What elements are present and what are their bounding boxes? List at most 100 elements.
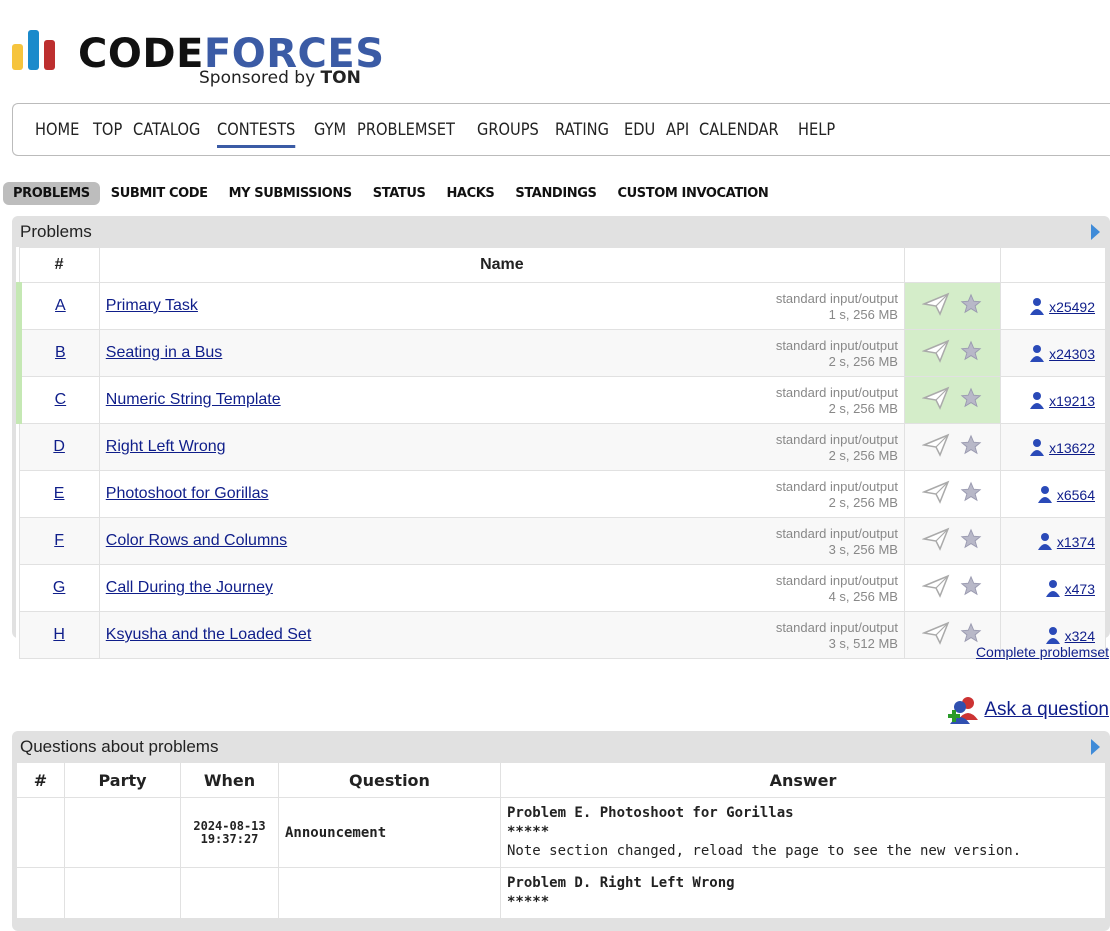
problem-limits: standard input/output 1 s, 256 MB: [776, 291, 898, 323]
nav-home[interactable]: HOME: [35, 120, 79, 140]
problem-actions-cell: [903, 282, 1001, 330]
nav-edu[interactable]: EDU: [624, 120, 655, 140]
problem-time-memory: 1 s, 256 MB: [828, 307, 898, 322]
logo-bar-blue: [28, 30, 39, 70]
problem-index-link[interactable]: D: [53, 438, 65, 455]
submenu-standings[interactable]: STANDINGS: [505, 182, 606, 205]
submit-icon[interactable]: [921, 480, 950, 509]
nav-problemset[interactable]: PROBLEMSET: [357, 120, 455, 140]
question-party-cell: [64, 797, 181, 868]
star-icon[interactable]: [960, 434, 982, 461]
problem-index-link[interactable]: F: [54, 532, 64, 549]
answer-title: Problem E. Photoshoot for Gorillas: [507, 805, 794, 821]
star-icon[interactable]: [960, 575, 982, 602]
sponsor-text: Sponsored by: [199, 68, 316, 88]
complete-problemset-link[interactable]: Complete problemset: [976, 644, 1109, 660]
submit-icon[interactable]: [921, 527, 950, 556]
problem-name-link[interactable]: Call During the Journey: [106, 579, 273, 596]
problem-name-link[interactable]: Photoshoot for Gorillas: [106, 485, 269, 502]
problem-row: C Numeric String Template standard input/o…: [15, 376, 1107, 424]
problem-name-link[interactable]: Ksyusha and the Loaded Set: [106, 626, 312, 643]
submenu-submit-code[interactable]: SUBMIT CODE: [101, 182, 218, 205]
star-icon[interactable]: [960, 481, 982, 508]
ask-question-link[interactable]: Ask a question: [984, 699, 1109, 721]
question-party-cell: [64, 867, 181, 919]
answer-separator: *****: [507, 894, 550, 910]
problem-limits: standard input/output 3 s, 512 MB: [776, 620, 898, 652]
nav-rating[interactable]: RATING: [555, 120, 609, 140]
star-icon[interactable]: [960, 293, 982, 320]
problem-index-link[interactable]: G: [53, 579, 65, 596]
problem-limits: standard input/output 2 s, 256 MB: [776, 432, 898, 464]
solved-count-link[interactable]: x25492: [1049, 299, 1095, 315]
question-when-cell: [180, 867, 279, 919]
nav-gym[interactable]: GYM: [314, 120, 346, 140]
nav-calendar[interactable]: CALENDAR: [699, 120, 779, 140]
q-col-when: When: [180, 762, 279, 798]
submit-icon[interactable]: [921, 621, 950, 650]
problem-index-link[interactable]: B: [55, 344, 66, 361]
star-icon[interactable]: [960, 528, 982, 555]
problem-time-memory: 3 s, 256 MB: [828, 542, 898, 557]
nav-groups[interactable]: GROUPS: [477, 120, 539, 140]
star-icon[interactable]: [960, 340, 982, 367]
problem-index-link[interactable]: A: [55, 297, 66, 314]
logo-bar-red: [44, 40, 55, 70]
collapse-arrow-icon[interactable]: [1091, 739, 1100, 755]
problem-row: G Call During the Journey standard input/o…: [18, 564, 1107, 612]
submit-icon[interactable]: [921, 574, 950, 603]
sponsor-line: Sponsored by TON: [199, 68, 361, 88]
submit-icon[interactable]: [921, 386, 950, 415]
solved-count-link[interactable]: x24303: [1049, 346, 1095, 362]
solved-count-link[interactable]: x473: [1065, 581, 1095, 597]
submenu-status[interactable]: STATUS: [363, 182, 436, 205]
user-icon: [1029, 297, 1045, 315]
problem-name-link[interactable]: Numeric String Template: [106, 391, 281, 408]
problem-name-link[interactable]: Right Left Wrong: [106, 438, 226, 455]
submit-icon[interactable]: [921, 433, 950, 462]
star-icon[interactable]: [960, 387, 982, 414]
problem-solved-cell: x1374: [999, 517, 1107, 565]
nav-top[interactable]: TOP: [93, 120, 122, 140]
question-text-cell: [278, 867, 501, 919]
submenu-custom-invocation[interactable]: CUSTOM INVOCATION: [607, 182, 778, 205]
solved-count-link[interactable]: x19213: [1049, 393, 1095, 409]
solved-count-link[interactable]: x13622: [1049, 440, 1095, 456]
problem-io: standard input/output: [775, 620, 898, 635]
answer-cell: Problem E. Photoshoot for Gorillas ***** N…: [500, 797, 1106, 868]
nav-catalog[interactable]: CATALOG: [133, 120, 200, 140]
q-col-index: #: [16, 762, 65, 798]
problem-row: E Photoshoot for Gorillas standard input/o…: [18, 470, 1107, 518]
nav-help[interactable]: HELP: [798, 120, 835, 140]
problem-time-memory: 2 s, 256 MB: [828, 354, 898, 369]
q-col-question: Question: [278, 762, 501, 798]
problem-index-link[interactable]: H: [53, 626, 65, 643]
problem-time-memory: 3 s, 512 MB: [828, 636, 898, 651]
submenu-problems[interactable]: PROBLEMS: [3, 182, 100, 205]
ask-question[interactable]: Ask a question: [946, 694, 1109, 726]
question-index-cell: [16, 867, 65, 919]
problem-limits: standard input/output 2 s, 256 MB: [776, 479, 898, 511]
problem-io: standard input/output: [775, 338, 898, 353]
nav-contests[interactable]: CONTESTS: [216, 120, 296, 148]
ask-question-icon: [948, 697, 979, 724]
solved-count-link[interactable]: x1374: [1057, 534, 1095, 550]
submenu-my-submissions[interactable]: MY SUBMISSIONS: [219, 182, 362, 205]
problem-actions-cell: [903, 376, 1001, 424]
user-icon: [1037, 532, 1053, 550]
problem-name-link[interactable]: Color Rows and Columns: [106, 532, 287, 549]
solved-count-link[interactable]: x324: [1065, 628, 1095, 644]
problem-index-link[interactable]: C: [55, 391, 67, 408]
problem-name-cell: Call During the Journey standard input/ou…: [98, 564, 905, 612]
codeforces-logo[interactable]: CODEFORCES Sponsored by TON: [12, 28, 384, 92]
problem-name-link[interactable]: Seating in a Bus: [106, 344, 223, 361]
nav-api[interactable]: API: [666, 120, 689, 140]
submit-icon[interactable]: [921, 339, 950, 368]
submit-icon[interactable]: [921, 292, 950, 321]
problem-index-link[interactable]: E: [54, 485, 65, 502]
problem-name-cell: Photoshoot for Gorillas standard input/ou…: [98, 470, 905, 518]
collapse-arrow-icon[interactable]: [1091, 224, 1100, 240]
submenu-hacks[interactable]: HACKS: [436, 182, 504, 205]
solved-count-link[interactable]: x6564: [1057, 487, 1095, 503]
problem-name-link[interactable]: Primary Task: [106, 297, 198, 314]
